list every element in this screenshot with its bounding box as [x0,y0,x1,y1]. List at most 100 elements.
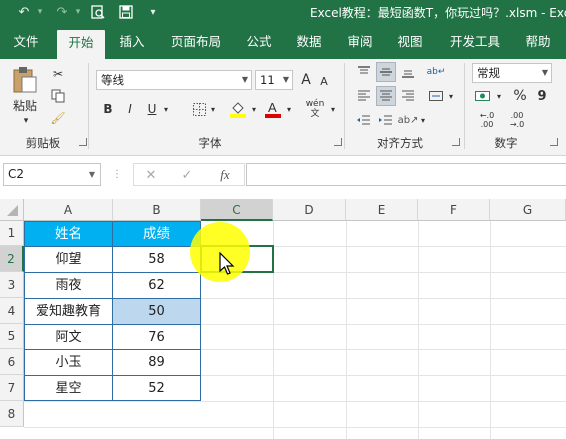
merge-dropdown-icon[interactable]: ▾ [446,87,456,105]
customize-toolbar-icon[interactable]: ▾ [143,2,163,22]
tab-data[interactable]: 数据 [290,24,328,59]
font-color-icon[interactable]: A [264,99,282,119]
increase-indent-icon[interactable] [376,110,396,130]
name-cell[interactable]: 雨夜 [25,272,113,298]
save-icon[interactable] [116,2,136,22]
grow-font-icon[interactable]: A [298,70,314,90]
tab-formulas[interactable]: 公式 [240,24,278,59]
row-header-2[interactable]: 2 [0,246,24,272]
orientation-dropdown-icon[interactable]: ▾ [418,111,428,129]
top-align-icon[interactable] [354,62,374,82]
decrease-decimal-icon[interactable]: .00 →.0 [504,109,530,131]
wrap-text-icon[interactable]: ab↵ [426,62,446,82]
phonetic-dropdown-icon[interactable]: ▾ [328,100,338,118]
borders-dropdown-icon[interactable]: ▾ [207,100,219,118]
tab-review[interactable]: 审阅 [340,24,380,59]
font-color-dropdown-icon[interactable]: ▾ [283,100,295,118]
row-header-6[interactable]: 6 [0,349,24,375]
borders-icon[interactable] [190,100,208,118]
header-score-cell[interactable]: 成绩 [113,222,200,246]
score-cell[interactable]: 58 [113,246,200,272]
merge-center-icon[interactable] [426,86,446,106]
percent-style-button[interactable]: % [510,86,530,106]
underline-button[interactable]: U [144,100,160,118]
redo-dropdown-icon[interactable]: ▾ [68,2,88,22]
fill-color-icon[interactable] [228,99,248,119]
comma-style-button[interactable]: 9 [534,86,550,106]
font-launcher-icon[interactable] [334,138,342,146]
row-header-3[interactable]: 3 [0,272,24,298]
name-cell[interactable]: 仰望 [25,246,113,272]
bold-button[interactable]: B [100,100,116,118]
column-header-b[interactable]: B [113,199,201,221]
name-cell[interactable]: 阿文 [25,324,113,349]
print-preview-icon[interactable] [88,2,108,22]
accounting-format-icon[interactable] [473,86,493,106]
group-divider [464,63,465,149]
increase-decimal-icon[interactable]: ←.0.00 [474,109,500,131]
tab-insert[interactable]: 插入 [112,24,152,59]
select-all-corner[interactable] [0,199,24,221]
align-right-icon[interactable] [398,86,418,106]
undo-dropdown-icon[interactable]: ▾ [30,2,50,22]
tab-help[interactable]: 帮助 [516,24,560,59]
score-cell[interactable]: 52 [113,375,200,400]
align-center-icon[interactable] [376,86,396,106]
align-left-icon[interactable] [354,86,374,106]
tab-file[interactable]: 文件 [6,24,46,59]
orientation-icon[interactable]: ab↗ [398,110,419,130]
score-cell[interactable]: 62 [113,272,200,298]
accounting-dropdown-icon[interactable]: ▾ [494,87,504,105]
score-cell[interactable]: 76 [113,324,200,349]
column-header-e[interactable]: E [346,199,418,221]
name-cell[interactable]: 小玉 [25,349,113,375]
copy-icon[interactable] [48,87,68,105]
enter-icon[interactable]: ✓ [178,166,196,184]
font-name-select[interactable]: 等线 ▼ [96,70,252,90]
paste-icon[interactable] [10,65,40,95]
column-header-f[interactable]: F [418,199,490,221]
tab-home[interactable]: 开始 [57,30,105,59]
clipboard-launcher-icon[interactable] [79,138,87,146]
phonetic-icon[interactable]: wén 文 [304,97,326,121]
middle-align-icon[interactable] [376,62,396,82]
column-header-d[interactable]: D [273,199,346,221]
paste-label[interactable]: 粘贴 [8,97,42,113]
cancel-icon[interactable]: ✕ [142,166,160,184]
fill-color-dropdown-icon[interactable]: ▾ [248,100,260,118]
insert-function-icon[interactable]: fx [214,166,236,184]
clipboard-group-label: 剪贴板 [25,136,61,150]
row-header-4[interactable]: 4 [0,298,24,324]
italic-button[interactable]: I [122,100,138,118]
name-cell[interactable]: 爱知趣教育 [25,298,113,324]
tab-developer[interactable]: 开发工具 [444,24,506,59]
name-cell[interactable]: 星空 [25,375,113,400]
paste-dropdown-icon[interactable]: ▾ [18,115,34,127]
shrink-font-icon[interactable]: A [317,72,331,90]
column-header-g[interactable]: G [490,199,566,221]
gridline [346,221,347,439]
underline-dropdown-icon[interactable]: ▾ [160,100,172,118]
column-header-c[interactable]: C [201,199,273,221]
align-launcher-icon[interactable] [452,138,460,146]
row-header-8[interactable]: 8 [0,401,24,427]
cut-icon[interactable]: ✂ [48,65,68,83]
score-cell-highlighted[interactable]: 50 [113,298,200,324]
score-cell[interactable]: 89 [113,349,200,375]
bottom-align-icon[interactable] [398,62,418,82]
formula-bar-grip-icon[interactable]: ⋮ [112,164,122,185]
font-size-select[interactable]: 11 ▼ [255,70,293,90]
column-header-a[interactable]: A [24,199,113,221]
formula-input[interactable] [246,163,566,186]
number-format-select[interactable]: 常规 ▼ [472,63,552,83]
header-name-cell[interactable]: 姓名 [25,222,113,246]
format-painter-icon[interactable]: 🖌 [48,109,68,127]
tab-view[interactable]: 视图 [390,24,430,59]
row-header-1[interactable]: 1 [0,221,24,246]
name-box[interactable]: C2 ▼ [3,163,101,186]
decrease-indent-icon[interactable] [354,110,374,130]
number-launcher-icon[interactable] [550,138,558,146]
row-header-5[interactable]: 5 [0,324,24,349]
tab-page-layout[interactable]: 页面布局 [165,24,227,59]
row-header-7[interactable]: 7 [0,375,24,401]
